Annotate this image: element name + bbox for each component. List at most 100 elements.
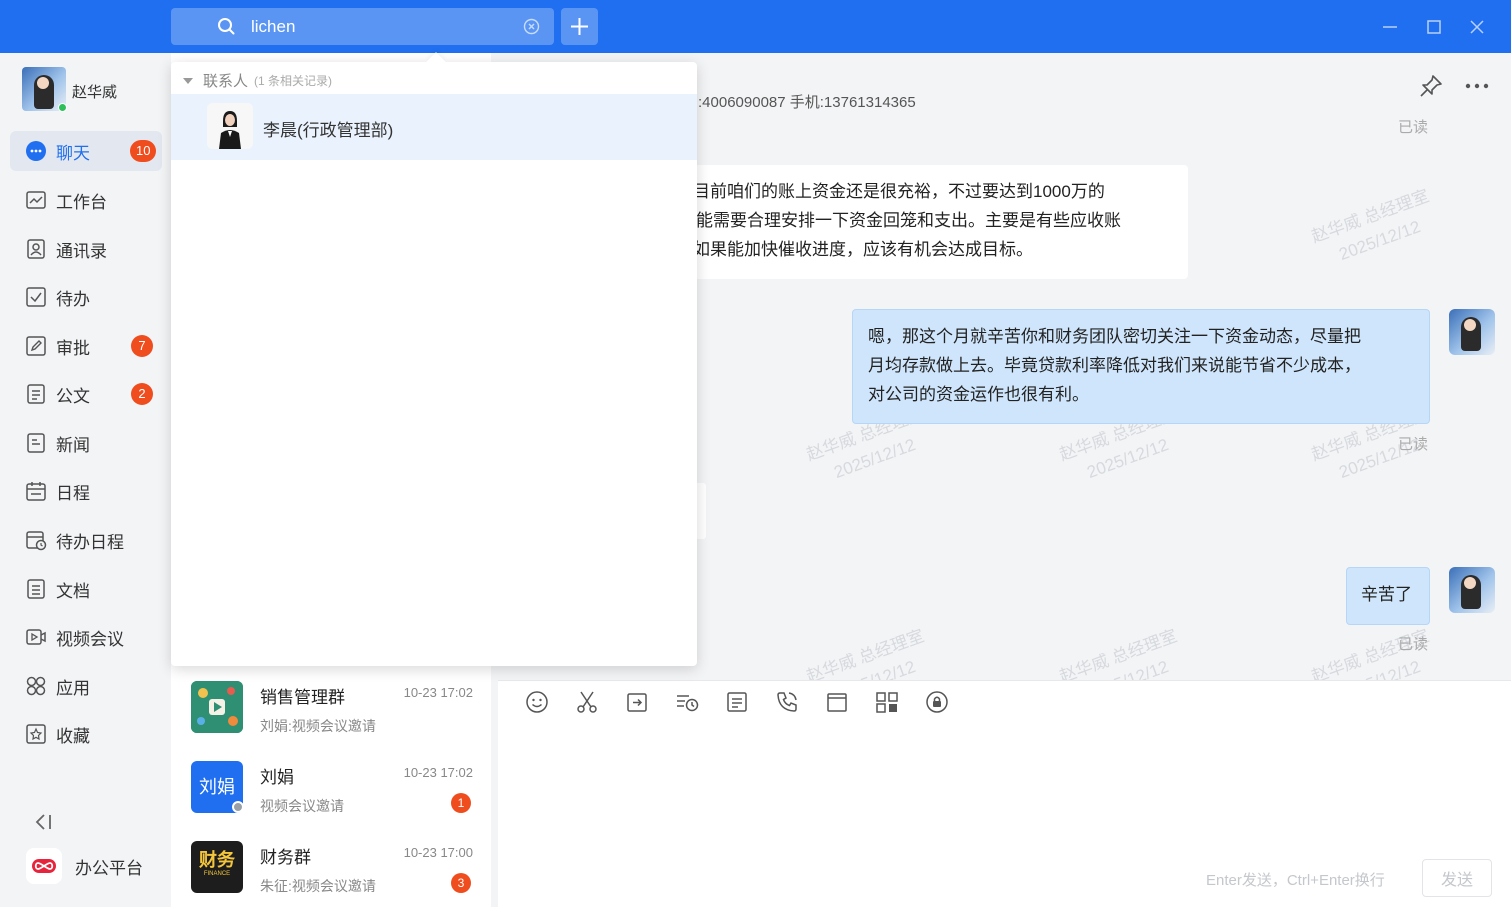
message-bubble-sent[interactable]: 辛苦了 xyxy=(1346,567,1430,625)
document-icon xyxy=(25,383,47,405)
sidebar-item-todo[interactable]: 待办 xyxy=(10,277,162,317)
news-icon xyxy=(25,432,47,454)
plus-icon xyxy=(571,18,588,35)
read-status: 已读 xyxy=(1398,119,1429,136)
sidebar-item-chat[interactable]: 聊天 10 xyxy=(10,131,162,171)
pin-icon[interactable] xyxy=(1418,73,1444,99)
sidebar-item-video[interactable]: 视频会议 xyxy=(10,617,162,657)
conversation-preview: 刘娟:视频会议邀请 xyxy=(260,718,376,734)
dashboard-icon xyxy=(25,189,47,211)
contacts-section-header[interactable]: 联系人 (1 条相关记录) xyxy=(183,70,332,91)
sidebar-item-contacts[interactable]: 通讯录 xyxy=(10,229,162,269)
sidebar-item-label: 工作台 xyxy=(56,192,107,212)
more-options-icon[interactable] xyxy=(1464,76,1490,96)
search-result-contact[interactable]: 李晨(行政管理部) xyxy=(171,94,697,160)
conversation-name: 财务群 xyxy=(260,848,311,867)
sidebar-item-label: 视频会议 xyxy=(56,629,124,649)
user-name: 赵华威 xyxy=(72,84,118,101)
window-icon[interactable] xyxy=(824,689,850,715)
read-status: 已读 xyxy=(1398,636,1429,653)
watermark: 赵华威 总经理室2025/12/12 xyxy=(1056,626,1180,680)
online-status-dot xyxy=(58,103,67,112)
note-icon[interactable] xyxy=(724,689,750,715)
close-icon[interactable] xyxy=(1467,17,1487,37)
todo-calendar-icon xyxy=(25,529,47,551)
search-box[interactable] xyxy=(171,8,554,45)
screen-share-icon[interactable] xyxy=(874,689,900,715)
sidebar-item-apps[interactable]: 应用 xyxy=(10,666,162,706)
file-icon xyxy=(25,578,47,600)
send-file-icon[interactable] xyxy=(624,689,650,715)
message-bubble-sent[interactable]: 嗯，那这个月就辛苦你和财务团队密切关注一下资金动态，尽量把 月均存款做上去。毕竟… xyxy=(852,309,1430,424)
avatar[interactable] xyxy=(1449,567,1495,613)
sidebar: 赵华威 聊天 10 工作台通讯录待办审批 7 公文 2 新闻日程待办日程文档视频会议应用收藏… xyxy=(0,53,170,907)
history-icon[interactable] xyxy=(674,689,700,715)
todo-icon xyxy=(25,286,47,308)
sidebar-item-news[interactable]: 新闻 xyxy=(10,423,162,463)
send-shortcut-hint: Enter发送，Ctrl+Enter换行 xyxy=(1206,872,1385,889)
offline-status-dot xyxy=(232,801,244,813)
watermark: 赵华威 总经理室2025/12/12 xyxy=(803,626,927,680)
unread-badge: 7 xyxy=(131,335,153,357)
unread-badge: 10 xyxy=(130,140,157,162)
sidebar-item-file[interactable]: 文档 xyxy=(10,569,162,609)
unread-badge: 3 xyxy=(451,873,471,893)
sidebar-item-todo-calendar[interactable]: 待办日程 xyxy=(10,520,162,560)
send-button[interactable]: 发送 xyxy=(1422,859,1492,897)
favorites-icon xyxy=(25,723,47,745)
sidebar-item-label: 聊天 xyxy=(56,143,90,163)
unread-badge: 1 xyxy=(451,793,471,813)
contact-info: :4006090087 手机:13761314365 xyxy=(698,94,916,111)
apps-icon xyxy=(25,675,47,697)
add-button[interactable] xyxy=(561,8,598,45)
search-input[interactable] xyxy=(251,14,511,39)
conversation-preview: 视频会议邀请 xyxy=(260,798,344,814)
conversation-item[interactable]: 刘娟 刘娟 10-23 17:02 视频会议邀请 1 xyxy=(171,753,491,833)
voice-call-icon[interactable] xyxy=(774,689,800,715)
search-icon xyxy=(218,18,235,35)
emoji-icon[interactable] xyxy=(524,689,550,715)
sidebar-item-label: 通讯录 xyxy=(56,241,107,261)
office-platform-button[interactable]: 办公平台 xyxy=(26,848,143,884)
secure-message-icon[interactable] xyxy=(924,689,950,715)
sidebar-item-label: 日程 xyxy=(56,483,90,503)
screenshot-scissors-icon[interactable] xyxy=(574,689,600,715)
conversation-item[interactable]: 销售管理群 10-23 17:02 刘娟:视频会议邀请 xyxy=(171,673,491,753)
message-composer[interactable]: Enter发送，Ctrl+Enter换行 发送 xyxy=(498,680,1511,907)
sidebar-item-approval[interactable]: 审批 7 xyxy=(10,326,162,366)
sidebar-item-label: 文档 xyxy=(56,581,90,601)
search-results-dropdown: 联系人 (1 条相关记录) 李晨(行政管理部) xyxy=(171,62,697,666)
chat-icon xyxy=(25,140,47,162)
message-bubble-received[interactable]: 目前咱们的账上资金还是很充裕，不过要达到1000万的 可能需要合理安排一下资金回… xyxy=(678,165,1188,279)
sidebar-item-label: 收藏 xyxy=(56,726,90,746)
sidebar-item-calendar[interactable]: 日程 xyxy=(10,471,162,511)
maximize-icon[interactable] xyxy=(1424,17,1444,37)
contact-avatar xyxy=(207,103,253,149)
office-platform-logo-icon xyxy=(26,848,62,884)
sidebar-item-label: 审批 xyxy=(56,338,90,358)
sidebar-item-label: 待办日程 xyxy=(56,532,124,552)
read-status: 已读 xyxy=(1398,436,1429,453)
sidebar-item-dashboard[interactable]: 工作台 xyxy=(10,180,162,220)
sidebar-item-label: 公文 xyxy=(56,386,90,406)
contact-name: 李晨(行政管理部) xyxy=(263,121,394,140)
calendar-icon xyxy=(25,480,47,502)
collapse-triangle-icon[interactable] xyxy=(183,77,193,84)
avatar[interactable] xyxy=(1449,309,1495,355)
office-platform-label: 办公平台 xyxy=(75,858,143,878)
conversation-name: 刘娟 xyxy=(260,768,294,787)
sidebar-item-favorites[interactable]: 收藏 xyxy=(10,714,162,754)
group-avatar: 财务 FINANCE xyxy=(191,841,243,893)
watermark: 赵华威 总经理室2025/12/12 xyxy=(1308,186,1432,264)
minimize-icon[interactable] xyxy=(1380,17,1400,37)
conversation-item[interactable]: 财务 FINANCE 财务群 10-23 17:00 朱征:视频会议邀请 3 xyxy=(171,833,491,907)
clear-search-icon[interactable] xyxy=(523,18,540,35)
sidebar-item-document[interactable]: 公文 2 xyxy=(10,374,162,414)
collapse-sidebar-icon[interactable] xyxy=(32,811,54,833)
group-avatar xyxy=(191,681,243,733)
conversation-time: 10-23 17:02 xyxy=(403,685,473,700)
user-profile[interactable]: 赵华威 xyxy=(22,67,117,112)
sidebar-item-label: 应用 xyxy=(56,678,90,698)
title-bar xyxy=(0,0,1511,53)
sidebar-item-label: 新闻 xyxy=(56,435,90,455)
